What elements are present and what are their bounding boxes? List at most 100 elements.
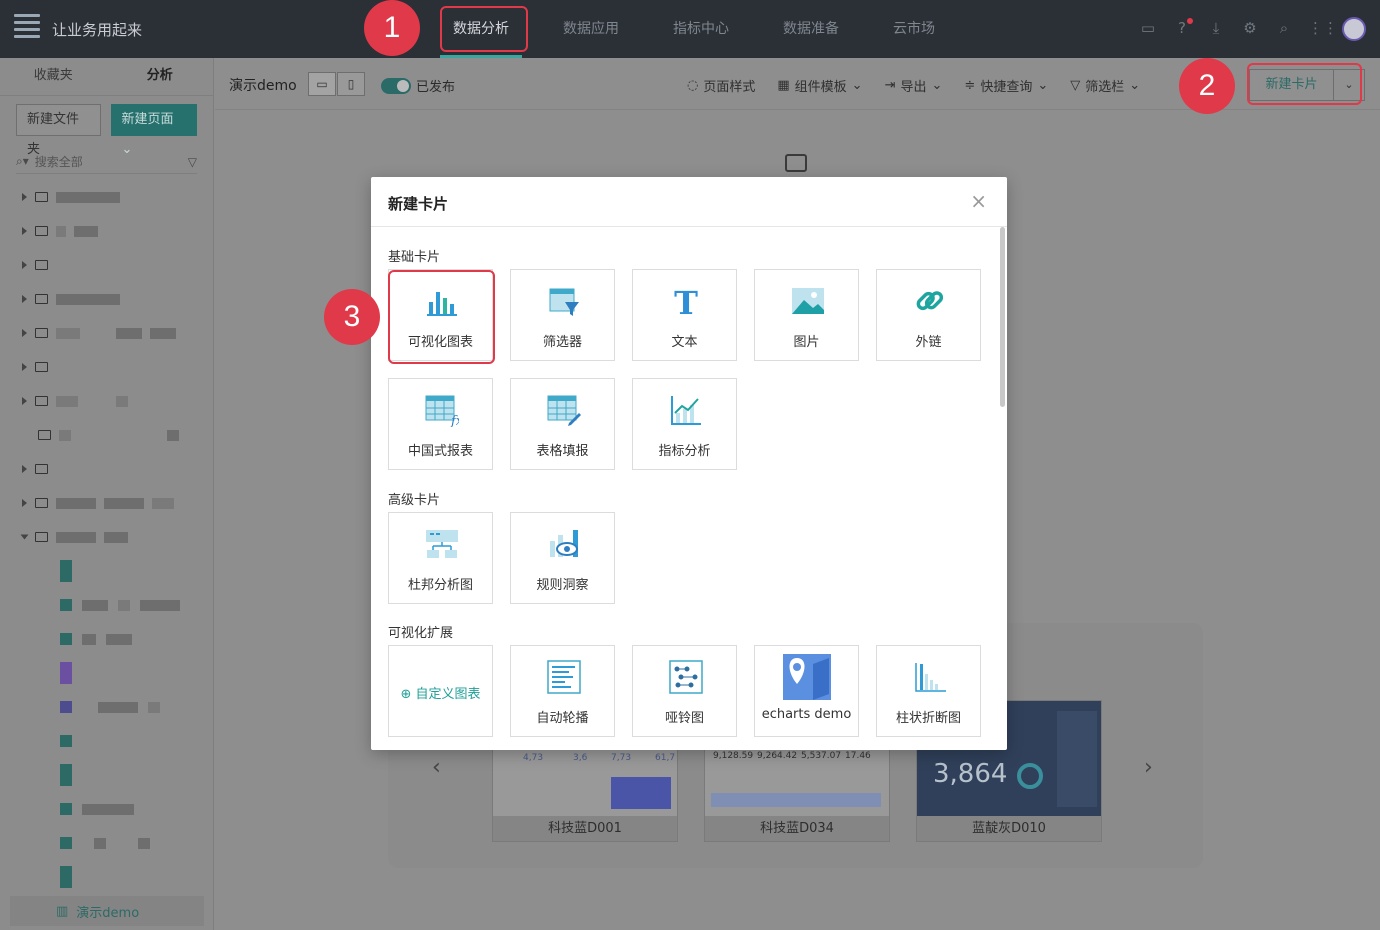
folder-icon xyxy=(35,498,48,508)
card-table-fill[interactable]: 表格填报 xyxy=(510,378,615,470)
help-icon[interactable]: ? xyxy=(1172,17,1193,39)
tab-favorites[interactable]: 收藏夹 xyxy=(0,58,107,95)
sidebar-search[interactable]: ⌕▾ 搜索全部 ▽ xyxy=(16,150,197,174)
list-item[interactable] xyxy=(0,758,213,792)
page-title: 演示demo xyxy=(229,78,297,94)
highlight-box-1 xyxy=(440,6,528,52)
folder-icon xyxy=(35,260,48,270)
preview-block xyxy=(711,793,881,807)
current-page-item[interactable]: ▥ 演示demo xyxy=(10,896,204,926)
card-metric-analysis[interactable]: 指标分析 xyxy=(632,378,737,470)
card-label: 指标分析 xyxy=(658,444,711,459)
nav-data-apps[interactable]: 数据应用 xyxy=(550,0,632,58)
card-filter[interactable]: 筛选器 xyxy=(510,269,615,361)
preview-value: 61,7 xyxy=(655,753,676,763)
card-chinese-report[interactable]: fx 中国式报表 xyxy=(388,378,493,470)
list-item[interactable] xyxy=(0,656,213,690)
tree-folder-expanded[interactable] xyxy=(0,520,213,554)
close-icon[interactable]: × xyxy=(970,189,987,213)
card-label: 筛选器 xyxy=(542,335,582,350)
list-item[interactable] xyxy=(0,588,213,622)
component-template-button[interactable]: ▦ 组件模板 ⌄ xyxy=(777,76,862,95)
search-icon[interactable]: ⌕ xyxy=(1274,17,1294,39)
top-icons: ▭ ? ⤓ ⚙ ⌕ ⋮⋮ xyxy=(1138,17,1366,41)
quick-query-button[interactable]: ≑ 快捷查询 ⌄ xyxy=(964,76,1048,95)
new-folder-button[interactable]: 新建文件夹 xyxy=(16,104,101,157)
tree-folder[interactable] xyxy=(0,180,213,214)
tree-folder[interactable] xyxy=(0,418,213,452)
highlight-box-3 xyxy=(388,270,495,364)
list-item[interactable] xyxy=(0,860,213,894)
card-image[interactable]: 图片 xyxy=(754,269,859,361)
card-broken-bar[interactable]: 柱状折断图 xyxy=(876,645,981,737)
tree-folder[interactable] xyxy=(0,452,213,486)
tree-folder[interactable] xyxy=(0,248,213,282)
folder-icon xyxy=(35,226,48,236)
avatar[interactable] xyxy=(1342,17,1366,41)
card-label: 自定义图表 xyxy=(415,687,481,702)
card-dumbbell[interactable]: 哑铃图 xyxy=(632,645,737,737)
insight-eye-icon xyxy=(550,530,578,557)
publish-toggle[interactable] xyxy=(381,78,411,94)
monitor-icon[interactable]: ▭ xyxy=(1138,17,1158,39)
tab-analysis[interactable]: 分析 xyxy=(107,58,214,95)
list-item[interactable] xyxy=(0,690,213,724)
export-label: 导出 xyxy=(900,80,927,95)
component-template-label: 组件模板 xyxy=(794,80,847,95)
search-input[interactable]: 搜索全部 xyxy=(35,153,182,170)
tree-folder[interactable] xyxy=(0,486,213,520)
dialog-header: 新建卡片 × xyxy=(371,177,1007,227)
download-icon[interactable]: ⤓ xyxy=(1206,17,1226,39)
desktop-view-button[interactable]: ▭ xyxy=(308,72,336,96)
card-text[interactable]: T 文本 xyxy=(632,269,737,361)
folder-icon xyxy=(35,328,48,338)
card-label: 规则洞察 xyxy=(536,578,589,593)
list-item[interactable] xyxy=(0,724,213,758)
apps-grid-icon[interactable]: ⋮⋮ xyxy=(1308,17,1338,39)
nav-metrics-center[interactable]: 指标中心 xyxy=(660,0,742,58)
link-icon xyxy=(916,291,944,311)
list-item[interactable] xyxy=(0,826,213,860)
app-title: 让业务用起来 xyxy=(52,21,143,39)
svg-text:T: T xyxy=(674,284,698,318)
search-icon: ⌕▾ xyxy=(16,154,29,168)
chevron-left-icon[interactable]: ‹ xyxy=(432,755,441,780)
step-badge-3: 3 xyxy=(324,289,380,345)
filter-bar-button[interactable]: ▽ 筛选栏 ⌄ xyxy=(1070,76,1140,95)
card-label: 柱状折断图 xyxy=(895,711,961,726)
mobile-view-button[interactable]: ▯ xyxy=(337,72,365,96)
nav-data-prep[interactable]: 数据准备 xyxy=(770,0,852,58)
dialog-scrollbar[interactable] xyxy=(1000,227,1005,407)
tree-folder[interactable] xyxy=(0,282,213,316)
card-link[interactable]: 外链 xyxy=(876,269,981,361)
tree-folder[interactable] xyxy=(0,384,213,418)
tree-folder[interactable] xyxy=(0,350,213,384)
carousel-list-icon xyxy=(547,660,581,694)
list-item[interactable] xyxy=(0,554,213,588)
card-custom-chart[interactable]: ⊕ 自定义图表 xyxy=(388,645,493,737)
list-item[interactable] xyxy=(0,792,213,826)
tree-folder[interactable] xyxy=(0,316,213,350)
tree-folder[interactable] xyxy=(0,214,213,248)
new-page-button[interactable]: 新建页面 ⌄ xyxy=(110,104,197,157)
page-style-button[interactable]: ◌ 页面样式 xyxy=(687,76,755,95)
export-button[interactable]: ⇥ 导出 ⌄ xyxy=(885,76,943,95)
chevron-right-icon[interactable]: › xyxy=(1144,755,1153,780)
preview-value: 5,537.07 xyxy=(801,751,842,761)
nav-cloud-market[interactable]: 云市场 xyxy=(880,0,948,58)
preview-value: 9,128.59 xyxy=(713,751,754,761)
card-label: 哑铃图 xyxy=(664,711,704,726)
plus-circle-icon: ⊕ xyxy=(400,687,412,702)
card-echarts-demo[interactable]: echarts demo xyxy=(754,645,859,737)
gear-icon[interactable]: ⚙ xyxy=(1240,17,1260,39)
list-item[interactable] xyxy=(0,622,213,656)
card-dupont[interactable]: 杜邦分析图 xyxy=(388,512,493,604)
filter-icon: ▽ xyxy=(1070,78,1081,93)
table-edit-icon xyxy=(547,395,581,426)
card-auto-carousel[interactable]: 自动轮播 xyxy=(510,645,615,737)
card-label: 表格填报 xyxy=(536,444,589,459)
filter-icon[interactable]: ▽ xyxy=(188,155,197,169)
folder-icon xyxy=(38,430,51,440)
svg-text:fx: fx xyxy=(450,414,459,427)
card-rule-insight[interactable]: 规则洞察 xyxy=(510,512,615,604)
